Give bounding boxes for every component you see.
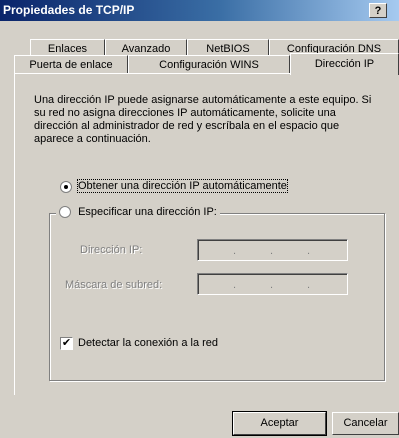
mask-octet-separator: . (307, 279, 311, 291)
tcpip-properties-dialog: Propiedades de TCP/IP ? Enlaces Avanzado… (0, 0, 399, 438)
title-bar: Propiedades de TCP/IP ? (0, 0, 399, 21)
ip-octet-separator: . (233, 245, 237, 257)
groupbox-caption: Especificar una dirección IP: (56, 206, 220, 220)
help-button[interactable]: ? (369, 3, 387, 18)
radio-specify-ip-label[interactable]: Especificar una dirección IP: (78, 206, 217, 218)
ip-address-field[interactable]: . . . (197, 239, 348, 261)
detect-connection-checkbox[interactable]: ✔ (60, 337, 73, 350)
ok-button[interactable]: Aceptar (232, 411, 327, 436)
cancel-button[interactable]: Cancelar (332, 412, 399, 435)
description-text: Una dirección IP puede asignarse automát… (34, 94, 372, 145)
window-title: Propiedades de TCP/IP (3, 3, 135, 17)
tab-configuracion-wins[interactable]: Configuración WINS (128, 55, 290, 74)
radio-selected-dot (64, 185, 68, 189)
mask-octet-separator: . (270, 279, 274, 291)
tab-direccion-ip[interactable]: Dirección IP (290, 53, 399, 75)
subnet-mask-label: Máscara de subred: (65, 279, 163, 291)
ip-octet-separator: . (270, 245, 274, 257)
mask-octet-separator: . (233, 279, 237, 291)
radio-obtain-ip-auto-label[interactable]: Obtener una dirección IP automáticamente (77, 179, 288, 193)
tab-puerta-de-enlace[interactable]: Puerta de enlace (14, 55, 128, 74)
ip-address-label: Dirección IP: (80, 244, 143, 256)
radio-specify-ip[interactable] (59, 206, 71, 219)
detect-connection-label[interactable]: Detectar la conexión a la red (78, 337, 218, 349)
radio-obtain-ip-auto[interactable] (60, 181, 72, 193)
subnet-mask-field[interactable]: . . . (197, 273, 348, 295)
ip-octet-separator: . (307, 245, 311, 257)
